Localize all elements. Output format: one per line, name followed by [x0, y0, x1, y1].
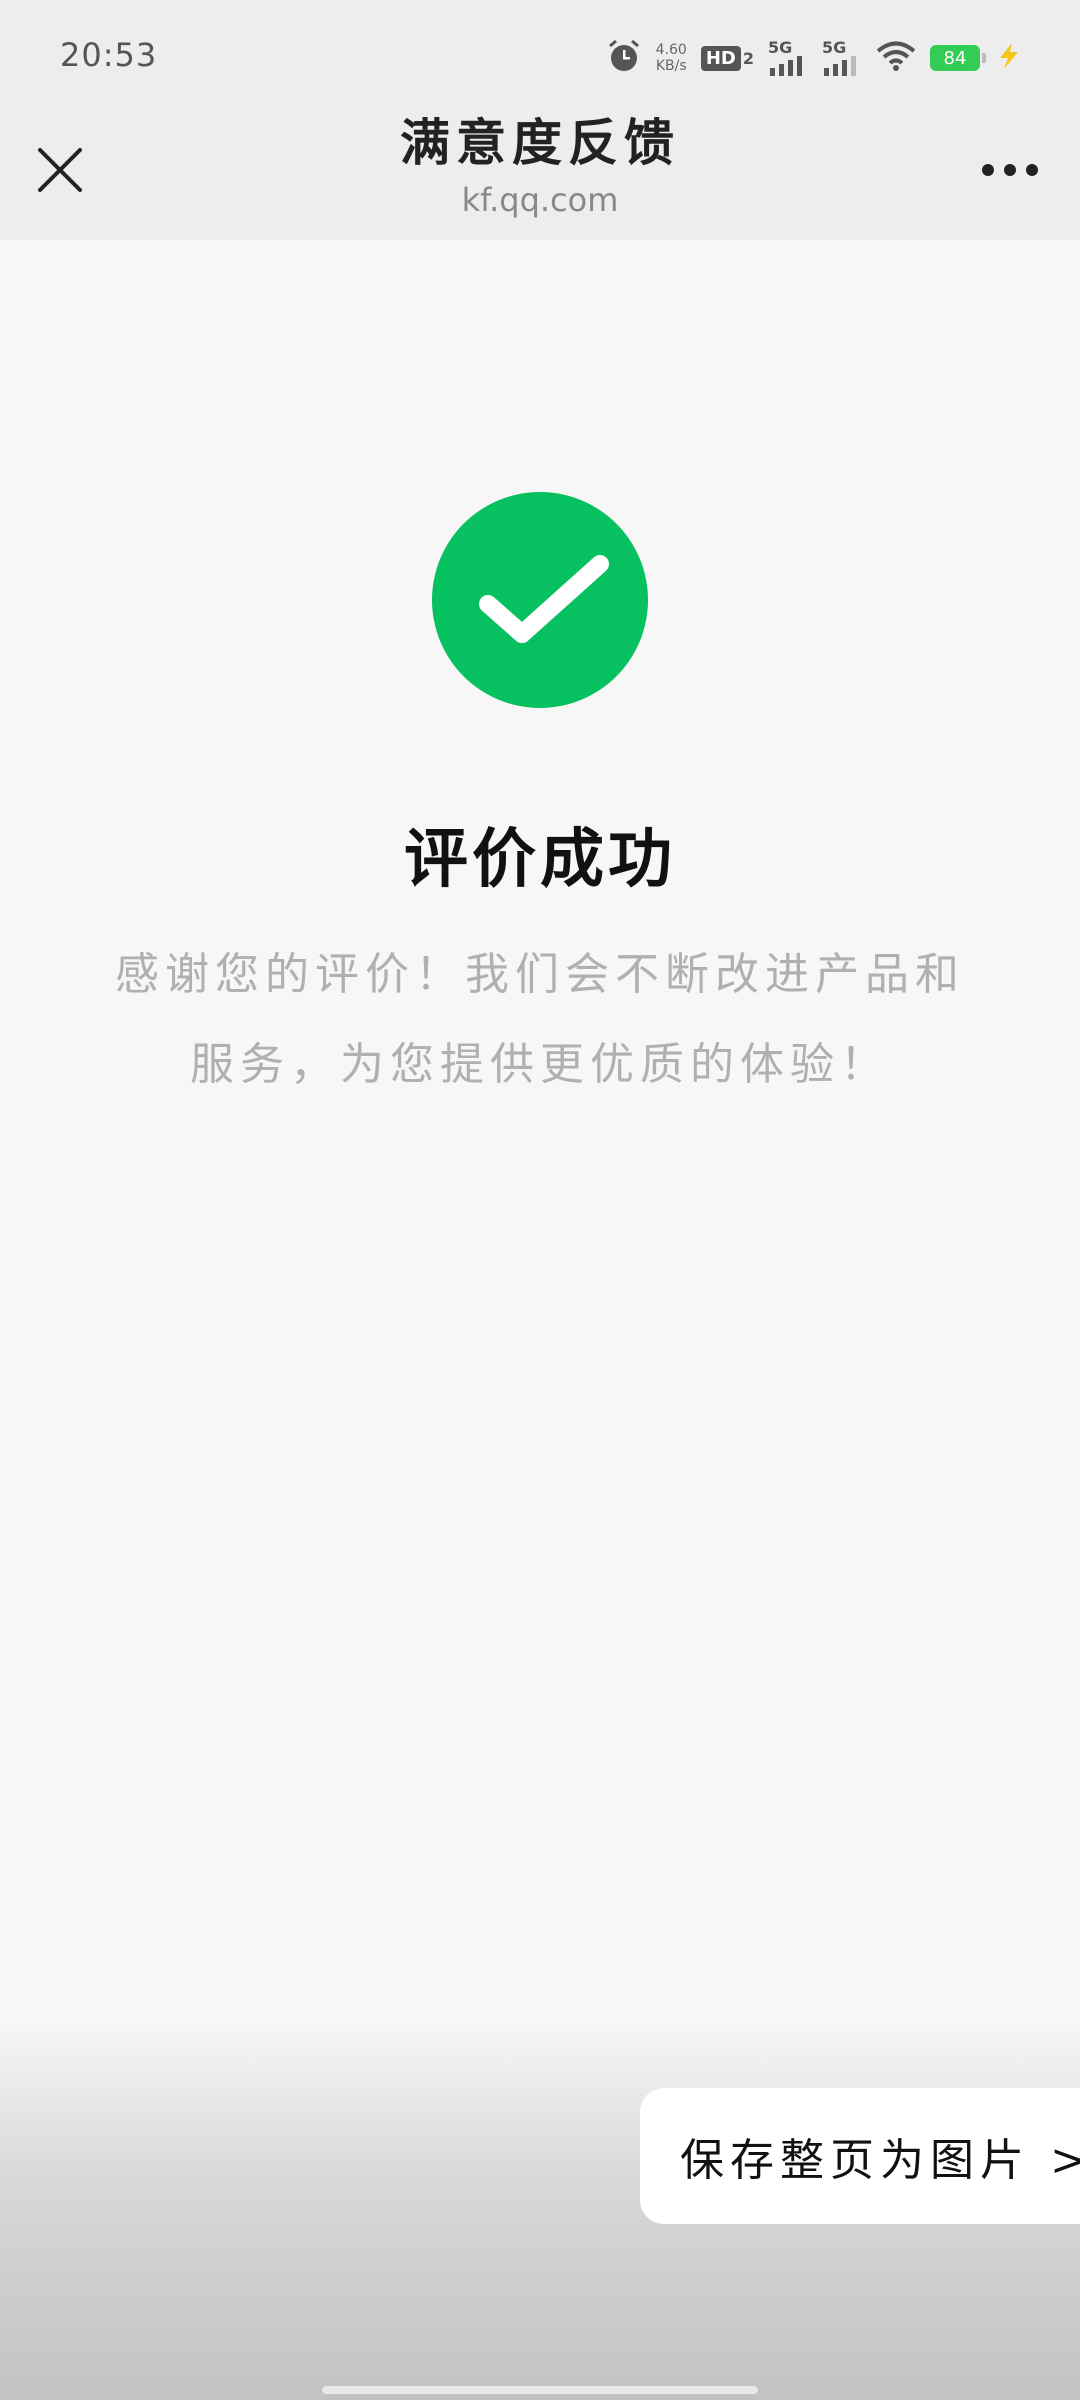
- status-icons: 4.60 KB/s HD 2 5G 5G 84: [606, 38, 1024, 78]
- success-check-circle: [432, 492, 648, 708]
- close-icon: [38, 148, 82, 192]
- network-speed: 4.60 KB/s: [655, 42, 687, 74]
- success-message: 感谢您的评价！我们会不断改进产品和服务，为您提供更优质的体验！: [115, 949, 965, 1090]
- more-options-button[interactable]: [970, 140, 1050, 200]
- charging-icon: [994, 41, 1024, 75]
- page: 20:53 4.60 KB/s HD 2 5G 5G 84 满意度反馈 kf.q…: [0, 0, 1080, 2400]
- wifi-icon: [876, 40, 916, 76]
- title-block: 满意度反馈 kf.qq.com: [240, 108, 840, 222]
- save-page-label: 保存整页为图片 >: [680, 2135, 1080, 2186]
- close-button[interactable]: [30, 140, 90, 200]
- success-title: 评价成功: [404, 822, 676, 897]
- nav-header: 满意度反馈 kf.qq.com: [0, 100, 1080, 240]
- signal-5g-1: 5G: [768, 40, 808, 76]
- status-bar: 20:53 4.60 KB/s HD 2 5G 5G 84: [0, 0, 1080, 100]
- home-indicator[interactable]: [322, 2386, 758, 2394]
- page-url: kf.qq.com: [461, 181, 619, 219]
- more-dots-icon: [982, 164, 1038, 176]
- signal-bars-icon: [770, 56, 802, 76]
- save-page-as-image-button[interactable]: 保存整页为图片 >: [640, 2088, 1080, 2224]
- signal-bars-icon: [824, 56, 856, 76]
- page-title: 满意度反馈: [400, 113, 680, 172]
- signal-5g-2: 5G: [822, 40, 862, 76]
- checkmark-icon: [479, 555, 609, 643]
- status-time: 20:53: [60, 36, 158, 74]
- battery-indicator: 84: [930, 45, 986, 71]
- alarm-icon: [606, 38, 642, 78]
- hd-voice-icon: HD 2: [700, 45, 754, 71]
